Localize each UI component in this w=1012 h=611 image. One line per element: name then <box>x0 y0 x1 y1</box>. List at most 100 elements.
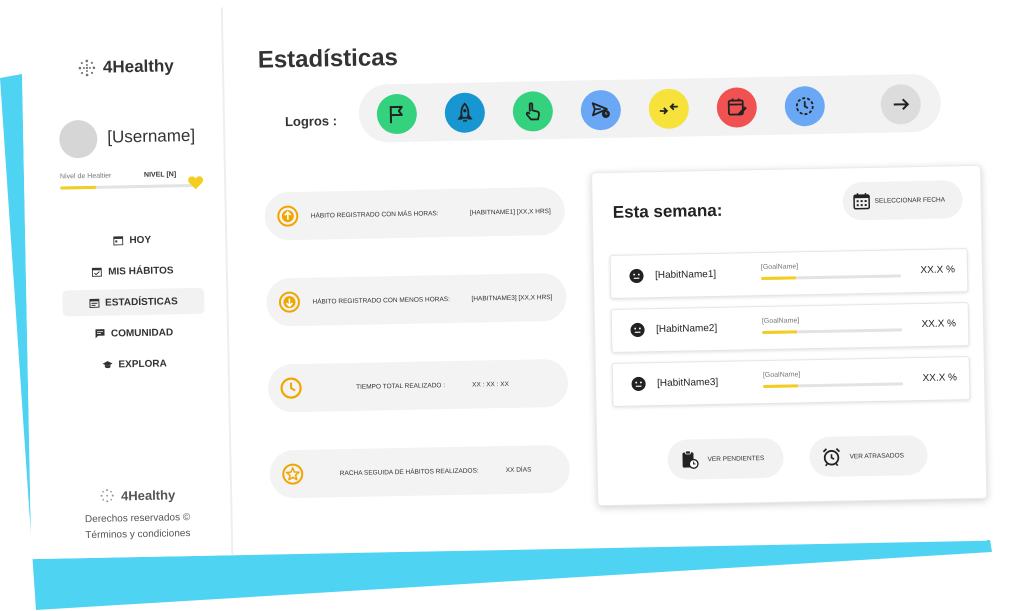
habit-row[interactable]: [HabitName2] [GoalName] XX.X % <box>610 302 970 353</box>
goal-progress-fill <box>761 276 797 281</box>
goal-progress-bar <box>763 382 904 389</box>
sidebar-item-comunidad[interactable]: COMUNIDAD <box>63 319 205 348</box>
habit-row[interactable]: [HabitName1] [GoalName] XX.X % <box>609 248 969 299</box>
goal-name: [GoalName] <box>762 371 801 380</box>
calendar-stats-icon <box>89 298 100 308</box>
badge-calendar-edit[interactable] <box>716 87 758 128</box>
sidebar-item-label: MIS HÁBITOS <box>108 264 174 278</box>
hand-pointer-icon <box>525 102 540 121</box>
goal-name: [GoalName] <box>760 263 799 272</box>
select-date-label: SELECCIONAR FECHA <box>874 196 946 205</box>
more-achievements-button[interactable] <box>880 83 922 125</box>
stat-value: [HABITNAME3] [XX,X HRS] <box>471 293 553 303</box>
stat-label: HÁBITO REGISTRADO CON MÁS HORAS: <box>310 209 439 220</box>
this-week-panel: Esta semana: SELECCIONAR FECHA [HabitNam… <box>591 164 988 507</box>
alarm-clock-icon <box>822 448 841 467</box>
clock-dashed-icon <box>795 97 814 116</box>
username: [Username] <box>107 125 196 147</box>
habit-name: [HabitName3] <box>656 376 719 390</box>
stat-least-hours: HÁBITO REGISTRADO CON MENOS HORAS: [HABI… <box>266 272 567 327</box>
sidebar-item-hoy[interactable]: HOY <box>61 226 203 255</box>
goal-progress-fill <box>762 330 798 335</box>
stat-value: XX : XX : XX <box>472 380 509 389</box>
sidebar-nav: HOY MIS HÁBITOS ESTADÍSTICAS COMUNIDAD E… <box>61 226 206 384</box>
sidebar-item-label: COMUNIDAD <box>110 326 174 340</box>
chat-icon <box>95 329 105 339</box>
page-title: Estadísticas <box>257 43 399 74</box>
goal-progress-fill <box>763 384 799 389</box>
heart-icon <box>188 176 204 190</box>
habit-row[interactable]: [HabitName3] [GoalName] XX.X % <box>611 356 971 407</box>
level-progress-bar <box>60 183 195 190</box>
brand-mark-icon <box>100 489 114 503</box>
send-clock-icon <box>591 102 610 119</box>
achievements-bar <box>358 73 942 143</box>
level-progress-fill <box>60 185 97 190</box>
goal-progress-bar <box>761 274 902 281</box>
stat-value: [HABITNAME1] [XX,X HRS] <box>469 207 551 217</box>
sidebar-item-label: ESTADÍSTICAS <box>105 295 178 309</box>
brand-name: 4Healthy <box>102 56 174 77</box>
face-icon <box>629 268 644 283</box>
calendar-day-icon <box>113 236 124 246</box>
view-pending-button[interactable]: VER PENDIENTES <box>667 437 784 480</box>
clipboard-clock-icon <box>682 450 699 469</box>
stat-label: HÁBITO REGISTRADO CON MENOS HORAS: <box>312 295 450 306</box>
level-value: NIVEL [N] <box>143 171 177 179</box>
arrows-in-icon <box>659 103 678 115</box>
sidebar-item-label: EXPLORA <box>118 357 167 370</box>
stat-streak: RACHA SEGUIDA DE HÁBITOS REALIZADOS: XX … <box>269 444 571 499</box>
view-pending-label: VER PENDIENTES <box>707 454 765 463</box>
select-date-button[interactable]: SELECCIONAR FECHA <box>842 180 963 221</box>
stat-label: RACHA SEGUIDA DE HÁBITOS REALIZADOS: <box>339 467 479 477</box>
star-circle-icon <box>282 463 304 485</box>
habit-percent: XX.X % <box>922 372 958 384</box>
arrow-right-icon <box>893 98 910 111</box>
sidebar-item-estadisticas[interactable]: ESTADÍSTICAS <box>62 287 205 317</box>
view-late-button[interactable]: VER ATRASADOS <box>809 434 928 478</box>
face-icon <box>631 376 646 391</box>
clock-icon <box>280 377 302 399</box>
brand-mark-icon <box>78 59 96 77</box>
calendar-icon <box>853 193 870 210</box>
graduation-cap-icon <box>102 361 113 369</box>
badge-send-clock[interactable] <box>580 89 622 131</box>
footer-terms-link[interactable]: Términos y condiciones <box>67 528 209 542</box>
footer-brand: 4Healthy <box>120 486 176 503</box>
goal-name: [GoalName] <box>761 317 800 326</box>
footer-rights: Derechos reservados © <box>84 512 191 526</box>
habit-percent: XX.X % <box>920 264 956 277</box>
stat-label: TIEMPO TOTAL REALIZADO : <box>356 381 446 391</box>
rocket-icon <box>457 102 473 122</box>
arrow-down-circle-icon <box>278 291 300 313</box>
avatar[interactable] <box>58 119 98 159</box>
sidebar-item-mis-habitos[interactable]: MIS HÁBITOS <box>62 257 204 286</box>
brand-logo[interactable]: 4Healthy <box>77 56 174 78</box>
habit-name: [HabitName2] <box>655 322 718 336</box>
flag-icon <box>389 105 403 124</box>
sidebar-footer: 4Healthy Derechos reservados © Términos … <box>66 486 209 547</box>
sidebar-item-label: HOY <box>129 234 152 246</box>
sidebar-item-explora[interactable]: EXPLORA <box>63 350 205 379</box>
logros-label: Logros : <box>284 113 338 130</box>
view-late-label: VER ATRASADOS <box>849 451 905 460</box>
week-title: Esta semana: <box>612 200 723 222</box>
badge-hand[interactable] <box>512 91 554 132</box>
badge-arrows[interactable] <box>648 88 690 130</box>
calendar-edit-icon <box>727 98 747 116</box>
badge-rocket[interactable] <box>444 92 486 134</box>
goal-progress-bar <box>762 328 903 335</box>
sidebar: 4Healthy [Username] Nivel de Healtier NI… <box>20 7 234 560</box>
stat-total-time: TIEMPO TOTAL REALIZADO : XX : XX : XX <box>267 358 569 413</box>
level-label: Nivel de Healtier <box>59 172 112 181</box>
face-icon <box>630 322 645 337</box>
footer-logo: 4Healthy <box>66 486 208 505</box>
habit-name: [HabitName1] <box>654 268 717 282</box>
badge-clock-dashed[interactable] <box>784 85 826 127</box>
app-window: 4Healthy [Username] Nivel de Healtier NI… <box>20 0 988 560</box>
calendar-check-icon <box>92 267 103 277</box>
habit-percent: XX.X % <box>921 318 957 330</box>
stat-most-hours: HÁBITO REGISTRADO CON MÁS HORAS: [HABITN… <box>264 186 566 241</box>
arrow-up-circle-icon <box>277 205 299 227</box>
badge-flag[interactable] <box>376 93 418 135</box>
